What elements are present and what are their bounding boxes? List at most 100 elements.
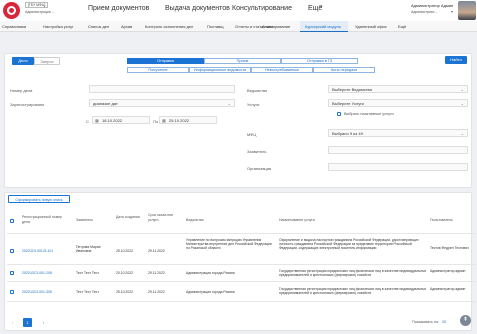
col-service[interactable]: Наименование услуги [279,218,379,223]
header-divider [7,233,476,234]
date-from-value: 18.10.2022 [102,118,123,123]
create-inventory-button[interactable]: Сформировать новую опись [8,195,70,203]
org-name: Администрация ... [25,10,55,14]
row-user: Тестов Федрел Тестович [430,246,469,250]
date-from-input[interactable]: ▦ 18.10.2022 [92,116,150,124]
nav-receive-docs[interactable]: Прием документов [88,5,149,12]
date-to-value: 25.10.2022 [169,118,190,123]
row-applicant: Тест Тест Тест [76,290,99,294]
agency-select[interactable]: Выберите Ведомства ⌄ [328,85,468,93]
menu-item-case-list[interactable]: Список дел [88,24,109,29]
mfc-label: МФЦ [247,132,257,137]
results-panel: Сформировать новую опись Регистрационный… [4,192,476,331]
from-label: С [86,119,89,124]
col-agency[interactable]: Ведомство [186,218,246,223]
row-service: Оформление и выдача паспортов гражданина… [279,238,419,251]
nav-issue-docs[interactable]: Выдача документов [165,5,230,12]
row-deadline: 29.11.2022 [148,271,165,275]
row-deadline: 29.11.2022 [148,249,165,253]
menu-item-directories[interactable]: Справочники [2,24,26,29]
agency-select-value: Выберите Ведомства [332,87,372,92]
row-user: Администратор админ [430,287,466,291]
applicant-input[interactable] [328,146,468,154]
row-agency: Администрация города Рязани [186,290,235,294]
mfc-select[interactable]: Выбрано 9 из 49 ⌄ [328,129,468,137]
menu-item-remote-office[interactable]: Удаленный офис [355,24,387,29]
case-number-link[interactable]: 2022Ч3СЗ-001-208 [22,271,74,275]
logo-icon[interactable] [3,2,20,19]
col-created[interactable]: Дата создания [116,215,142,220]
applicant-label: Заявитель [247,149,267,154]
chevron-down-icon: ⌄ [460,131,464,136]
col-applicant[interactable]: Заявитель [76,218,112,223]
registered-label: Зарегистрировано [10,102,45,107]
row-applicant: Тест Тест Тест [76,271,99,275]
row-agency: Администрация города Рязани [186,271,235,275]
chevron-down-icon: ⌄ [460,87,464,92]
col-reg-number[interactable]: Регистрационный номер дела [22,215,70,224]
tab-unclaimed[interactable]: Невостребованные [251,67,313,73]
menu-item-service-settings[interactable]: Настройка услуг [43,24,74,29]
menu-item-suppliers[interactable]: Поставщ [207,24,224,29]
case-number-link[interactable]: 2022Ч3СЗ-001-305 [22,290,74,294]
tab-send[interactable]: Отправка [127,58,204,64]
user-org[interactable]: Администрати... [411,10,437,14]
registered-select-value: диапазон дат [93,101,118,106]
row-divider [7,281,476,282]
row-agency: Управление по вопросам миграции Управлен… [186,238,272,251]
chevron-down-icon: ▾ [451,9,454,14]
prev-page-button[interactable]: ‹ [8,318,17,327]
tab-transfer-acts[interactable]: Акты передачи [313,67,375,73]
service-label: Услуги [247,102,260,107]
case-number-link[interactable]: 2022Ч2Ч-001J3-101 [22,249,74,253]
case-number-label: Номер дела [10,88,33,93]
chevron-down-icon: ⌄ [227,101,231,106]
date-to-input[interactable]: ▦ 25.10.2022 [159,116,217,124]
row-checkbox[interactable] [10,249,14,253]
module-menu: Справочники Настройка услуг Список дел А… [0,21,477,32]
calendar-icon: ▦ [95,118,99,123]
chevron-down-icon: ▾ [320,4,323,10]
user-name[interactable]: Администратор Админ [411,3,453,8]
per-page-label: Показывать по: [412,320,440,324]
menu-item-execution-control[interactable]: Контроль исполнения дел [145,24,193,29]
row-created: 25.10.2022 [116,249,133,253]
row-user: Администратор админ [430,269,466,273]
row-divider [7,264,476,265]
avatar[interactable] [458,1,476,20]
tab-receiving[interactable]: Получение [127,67,189,73]
inactive-services-label: Выбрать неактивные услуги [344,112,394,116]
row-deadline: 29.11.2022 [148,290,165,294]
row-service: Государственная регистрация юридических … [279,287,427,296]
filter-panel: Дело Запрос Найти Отправка Прием Отправк… [4,53,472,188]
page-1-button[interactable]: 1 [23,318,32,327]
organization-input[interactable] [328,163,468,171]
nav-consulting[interactable]: Консультирование [232,5,292,12]
tab-receive[interactable]: Прием [204,58,281,64]
toggle-case-button[interactable]: Дело [12,57,34,65]
menu-item-courier[interactable]: Курьерский модуль [305,24,341,29]
find-button[interactable]: Найти [445,56,467,64]
row-checkbox[interactable] [10,271,14,275]
row-service: Государственная регистрация юридических … [279,269,427,278]
toggle-request-button[interactable]: Запрос [34,57,60,65]
case-number-input[interactable] [89,85,235,93]
row-divider [7,301,476,302]
per-page-select[interactable]: 20 [442,320,446,324]
menu-item-more[interactable]: Ещё [398,24,406,29]
next-page-button[interactable]: › [39,318,48,327]
service-select[interactable]: Выберите Услуги ⌄ [328,99,468,107]
col-deadline[interactable]: Срок оказа-ния услуги [148,213,174,222]
inactive-services-checkbox[interactable] [337,112,341,116]
menu-item-surveys[interactable]: Анкетирование [262,24,290,29]
top-header: [ГБУ МФЦ] Администрация ... Прием докуме… [0,0,477,21]
scroll-to-top-icon[interactable]: ⇞ [460,315,471,326]
menu-item-archive[interactable]: Архив [121,24,132,29]
registered-select[interactable]: диапазон дат ⌄ [89,99,235,107]
col-user[interactable]: Пользователь [430,218,470,223]
mfc-select-value: Выбрано 9 из 49 [332,131,363,136]
row-checkbox[interactable] [10,290,14,294]
select-all-checkbox[interactable] [10,219,14,223]
tab-send-gz[interactable]: Отправка в ГЗ [281,58,358,64]
tab-info-statements[interactable]: Информационные ведомости [189,67,251,73]
